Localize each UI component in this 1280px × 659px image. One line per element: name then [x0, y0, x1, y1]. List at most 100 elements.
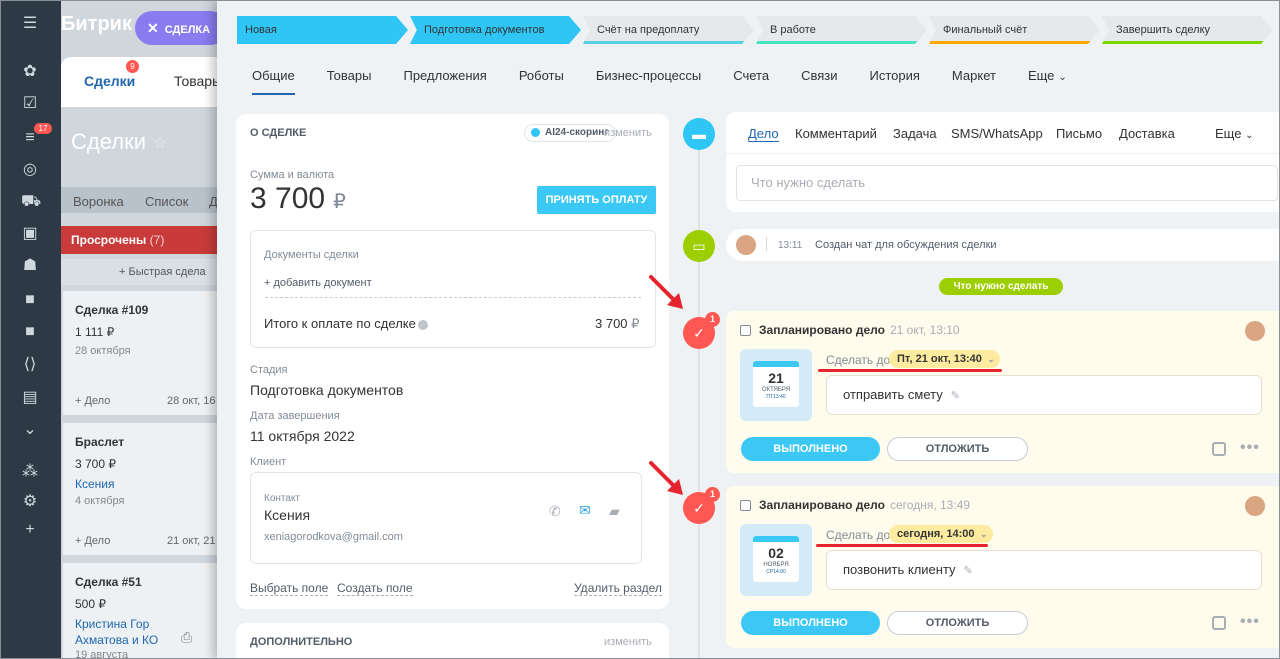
editor-tab-activity[interactable]: Дело [748, 126, 779, 142]
tasks-icon[interactable]: ☑ [21, 95, 39, 113]
deal-card[interactable]: Браслет 3 700 ₽ Ксения 4 октября + Дело … [63, 423, 221, 555]
add-activity-link[interactable]: + Дело [75, 535, 110, 547]
box-icon[interactable]: ■ [21, 291, 39, 309]
tab-deals[interactable]: Сделки [84, 73, 135, 89]
complete-checkbox[interactable] [740, 500, 751, 511]
close-slider-chip[interactable]: ✕ СДЕЛКА [135, 11, 227, 45]
tab-products[interactable]: Товары [327, 59, 372, 95]
star-icon[interactable]: ☆ [153, 133, 167, 153]
stage-label: Завершить сделку [1116, 24, 1211, 36]
stage-field-label: Стадия [250, 364, 288, 376]
stage-close-deal[interactable]: Завершить сделку [1102, 16, 1273, 44]
feed-icon[interactable]: ✿ [21, 63, 39, 81]
tab-market[interactable]: Маркет [952, 59, 996, 95]
more-icon[interactable]: ••• [1240, 439, 1260, 457]
delete-section-link[interactable]: Удалить раздел [574, 581, 662, 596]
tab-robots[interactable]: Роботы [519, 59, 564, 95]
building-icon[interactable]: ▤ [21, 389, 39, 407]
contact-name[interactable]: Ксения [264, 507, 310, 523]
editor-tab-task[interactable]: Задача [893, 126, 937, 141]
complete-checkbox[interactable] [740, 325, 751, 336]
robot-icon[interactable]: ☗ [21, 257, 39, 275]
complete-button[interactable]: ВЫПОЛНЕНО [741, 611, 880, 635]
activity-title: Запланировано дело [759, 498, 885, 512]
create-field-link[interactable]: Создать поле [337, 581, 413, 596]
mail-icon[interactable]: ✉ [579, 502, 591, 519]
stage-bar: Новая Подготовка документов Счёт на пред… [237, 16, 1275, 44]
view-list[interactable]: Список [145, 194, 188, 209]
menu-burger-icon[interactable]: ☰ [21, 15, 39, 33]
screen: ☰ ✿ ☑ ≡ 17 ◎ ⛟ ▣ ☗ ■ ■ ⟨⟩ ▤ ⌄ ⁂ ⚙ + Битр… [0, 0, 1280, 659]
add-document-link[interactable]: + добавить документ [264, 277, 372, 289]
deal-card[interactable]: Сделка #51 500 ₽ Кристина Гор Ахматова и… [63, 563, 221, 658]
editor-tab-sms[interactable]: SMS/WhatsApp [951, 126, 1043, 141]
stage-new[interactable]: Новая [237, 16, 408, 44]
cart-icon[interactable]: ⛟ [21, 193, 41, 211]
tab-links[interactable]: Связи [801, 59, 837, 95]
tab-history[interactable]: История [870, 59, 920, 95]
tab-products[interactable]: Товары [174, 73, 222, 89]
note-icon[interactable] [1212, 442, 1226, 456]
tab-offers[interactable]: Предложения [403, 59, 486, 95]
view-kanban[interactable]: Воронка [73, 194, 124, 209]
quick-add-deal[interactable]: + Быстрая сдела [61, 259, 221, 285]
ai-label: AI24-скоринг [545, 127, 609, 138]
phone-icon[interactable]: ✆ [549, 503, 561, 520]
due-date-selector[interactable]: Пт, 21 окт, 13:40 ⌄ [889, 350, 1000, 368]
stage-final-invoice[interactable]: Финальный счёт [929, 16, 1100, 44]
editor-tab-email[interactable]: Письмо [1056, 126, 1102, 141]
select-field-link[interactable]: Выбрать поле [250, 581, 329, 596]
editor-tab-more[interactable]: Еще ⌄ [1215, 126, 1253, 141]
more-icon[interactable]: ••• [1240, 613, 1260, 631]
chat-icon[interactable]: ▰ [609, 503, 620, 520]
calendar-month: НОЯБРЯ [763, 562, 789, 568]
activity-description[interactable]: отправить смету ✎ [826, 375, 1262, 415]
total-label-text: Итого к оплате по сделке [264, 316, 416, 331]
stage-prepayment[interactable]: Счёт на предоплату [583, 16, 754, 44]
chat-bubble-icon: ▭ [683, 230, 715, 262]
task-counter-badge: 1 [705, 312, 720, 327]
pencil-icon[interactable]: ✎ [964, 565, 973, 577]
deal-title[interactable]: Сделка #51 [75, 575, 209, 589]
target-icon[interactable]: ◎ [21, 161, 39, 179]
stage-in-progress[interactable]: В работе [756, 16, 927, 44]
tab-bizproc[interactable]: Бизнес-процессы [596, 59, 701, 95]
cube-icon[interactable]: ■ [21, 323, 39, 341]
stage-label: Подготовка документов [424, 24, 545, 36]
code-icon[interactable]: ⟨⟩ [21, 356, 39, 374]
accept-payment-button[interactable]: ПРИНЯТЬ ОПЛАТУ [537, 186, 656, 214]
todo-input[interactable]: Что нужно сделать [736, 165, 1278, 201]
edit-link[interactable]: изменить [604, 127, 652, 139]
postpone-button[interactable]: ОТЛОЖИТЬ [887, 611, 1028, 635]
plus-icon[interactable]: + [21, 521, 39, 539]
note-icon[interactable] [1212, 616, 1226, 630]
tab-invoices[interactable]: Счета [733, 59, 769, 95]
deal-amount: 3 700 ₽ [250, 182, 346, 216]
tab-more[interactable]: Еще ⌄ [1028, 59, 1067, 95]
deal-contact[interactable]: Ксения [75, 477, 209, 491]
add-activity-link[interactable]: + Дело [75, 395, 110, 407]
deal-card[interactable]: Сделка #109 1 111 ₽ 28 октября + Дело 28… [63, 291, 221, 415]
timeline-line [698, 136, 700, 658]
sitemap-icon[interactable]: ⁂ [21, 463, 39, 481]
ai-scoring-badge[interactable]: AI24-скоринг [524, 124, 617, 142]
help-icon[interactable] [417, 319, 428, 330]
contact-email[interactable]: xeniagorodkova@gmail.com [264, 531, 403, 543]
deal-title[interactable]: Сделка #109 [75, 303, 209, 317]
gear-icon[interactable]: ⚙ [21, 493, 39, 511]
activity-description[interactable]: позвонить клиенту ✎ [826, 550, 1262, 590]
tab-general[interactable]: Общие [252, 59, 295, 95]
chevron-circle-icon[interactable]: ⌄ [21, 421, 39, 439]
deal-title[interactable]: Браслет [75, 435, 209, 449]
pencil-icon[interactable]: ✎ [951, 390, 960, 402]
print-icon[interactable]: ⎙ [181, 629, 192, 646]
postpone-button[interactable]: ОТЛОЖИТЬ [887, 437, 1028, 461]
editor-tab-delivery[interactable]: Доставка [1119, 126, 1175, 141]
deals-badge: 9 [126, 60, 139, 73]
due-date-selector[interactable]: сегодня, 14:00 ⌄ [889, 525, 993, 543]
edit-link[interactable]: изменить [604, 636, 652, 648]
contacts-icon[interactable]: ▣ [21, 225, 39, 243]
complete-button[interactable]: ВЫПОЛНЕНО [741, 437, 880, 461]
editor-tab-comment[interactable]: Комментарий [795, 126, 877, 141]
stage-documents[interactable]: Подготовка документов [410, 16, 581, 44]
